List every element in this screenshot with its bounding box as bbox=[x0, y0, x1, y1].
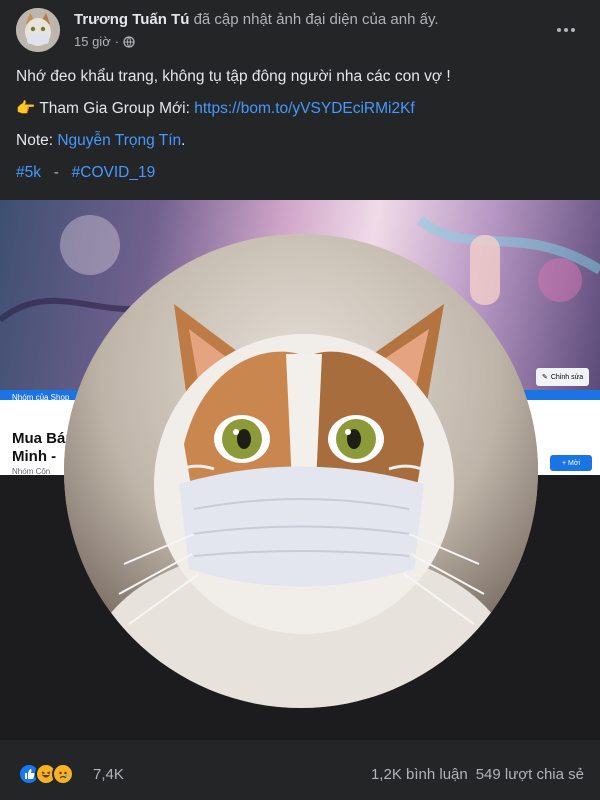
post-action-text: đã cập nhật ảnh đại diện của anh ấy. bbox=[193, 11, 439, 28]
mention-link[interactable]: Nguyễn Trọng Tín bbox=[57, 132, 181, 149]
author-avatar[interactable] bbox=[16, 8, 60, 52]
note-label: Note: bbox=[16, 132, 58, 149]
reaction-count[interactable]: 7,4K bbox=[93, 766, 124, 783]
edit-cover-label: Chỉnh sửa bbox=[550, 373, 584, 381]
hashtag-line: #5k - #COVID_19 bbox=[16, 162, 155, 184]
post-text-line-1: Nhớ đeo khẩu trang, không tụ tập đông ng… bbox=[16, 68, 451, 85]
hashtag-5k[interactable]: #5k bbox=[16, 164, 41, 181]
post-text-line-2: 👉 Tham Gia Group Mới: https://bom.to/yVS… bbox=[16, 98, 415, 120]
post-meta: 15 giờ · bbox=[74, 34, 135, 49]
engagement-stats: 1,2K bình luận 549 lượt chia sẻ bbox=[371, 766, 584, 783]
post-footer: 7,4K 1,2K bình luận 549 lượt chia sẻ bbox=[0, 758, 600, 792]
group-subtitle: Nhóm Côn bbox=[12, 467, 51, 476]
group-link[interactable]: https://bom.to/yVSYDEciRMi2Kf bbox=[194, 100, 415, 117]
hashtag-separator: - bbox=[53, 164, 59, 181]
post-text-line-3: Note: Nguyễn Trọng Tín. bbox=[16, 130, 185, 152]
more-options-icon[interactable] bbox=[552, 20, 580, 40]
note-suffix: . bbox=[181, 132, 186, 149]
pointing-hand-icon: 👉 bbox=[16, 100, 36, 117]
cat-avatar-image bbox=[16, 8, 60, 52]
pencil-icon: ✎ bbox=[542, 374, 548, 381]
hashtag-covid[interactable]: #COVID_19 bbox=[72, 164, 156, 181]
globe-icon bbox=[123, 35, 135, 48]
invite-button[interactable]: + Mời bbox=[550, 455, 592, 471]
header-title-line: Trương Tuấn Tú đã cập nhật ảnh đại diện … bbox=[74, 11, 439, 28]
join-group-label: Tham Gia Group Mới: bbox=[39, 100, 195, 117]
profile-picture-circle bbox=[64, 234, 538, 708]
sad-reaction-icon bbox=[52, 763, 74, 785]
post-time[interactable]: 15 giờ bbox=[74, 34, 111, 49]
reactions-summary[interactable] bbox=[18, 763, 74, 785]
shares-count[interactable]: 549 lượt chia sẻ bbox=[476, 766, 584, 783]
profile-photo-update[interactable]: ✎ Chỉnh sửa Nhóm của Shop Mua Bán Minh -… bbox=[0, 200, 600, 740]
cat-with-mask-image bbox=[64, 234, 538, 708]
author-name[interactable]: Trương Tuấn Tú bbox=[74, 11, 189, 28]
post-header: Trương Tuấn Tú đã cập nhật ảnh đại diện … bbox=[0, 0, 600, 60]
edit-cover-button[interactable]: ✎ Chỉnh sửa bbox=[536, 368, 590, 386]
comments-count[interactable]: 1,2K bình luận bbox=[371, 766, 468, 783]
